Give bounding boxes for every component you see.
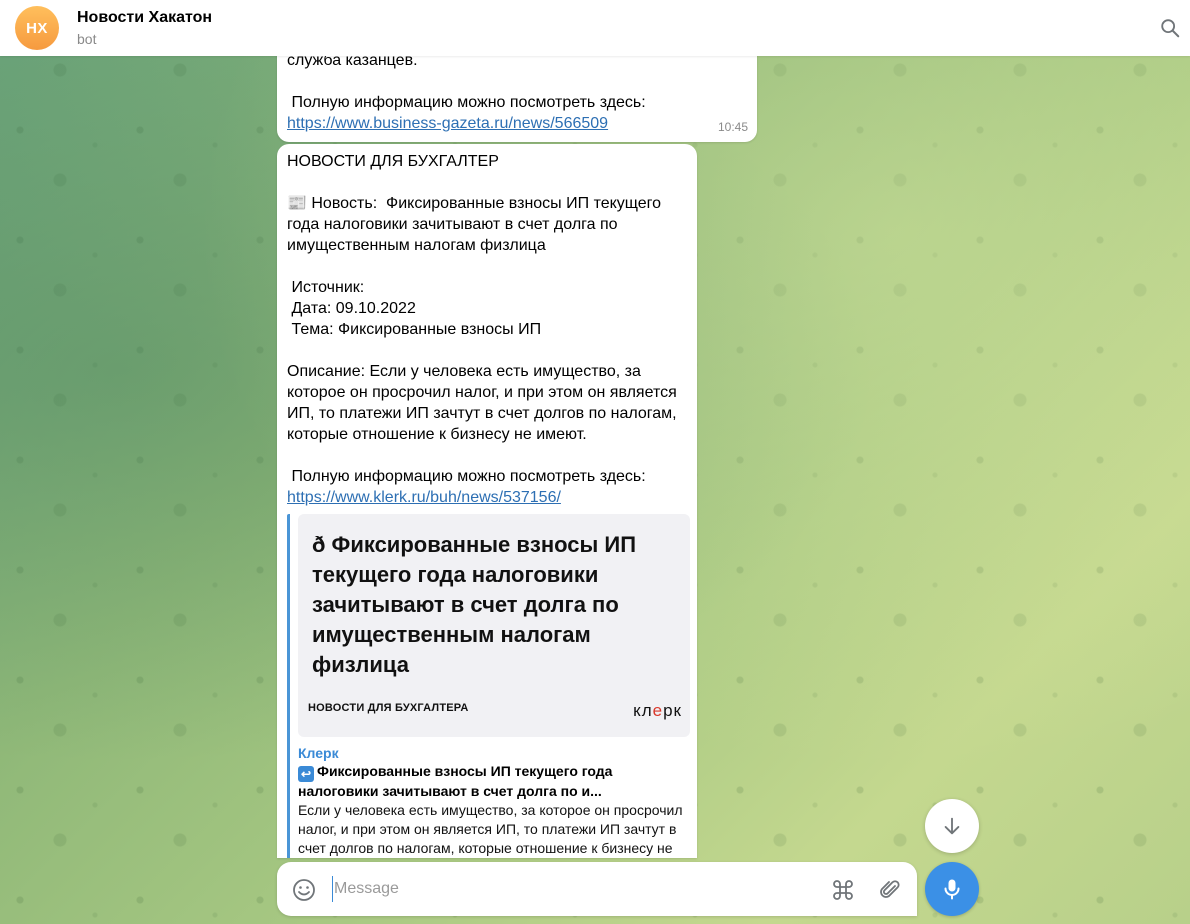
description-text: Описание: Если у человека есть имущество… <box>287 363 677 443</box>
news-line: имущественным налогам физлица <box>287 237 546 254</box>
message-time: 10:45 <box>717 120 748 134</box>
chat-header: НХ Новости Хакатон bot <box>0 0 1190 56</box>
voice-record-button[interactable] <box>925 862 979 916</box>
source-line: Источник: <box>287 279 365 296</box>
search-button[interactable] <box>1150 8 1190 48</box>
search-icon <box>1161 19 1180 38</box>
more-info-line: Полную информацию можно посмотреть здесь… <box>287 468 646 485</box>
news-line: 📰 Новость: Фиксированные взносы ИП текущ… <box>287 195 662 212</box>
preview-title: ↩ Фиксированные взносы ИП текущего года н… <box>298 762 687 800</box>
scroll-down-button[interactable] <box>925 799 979 853</box>
command-icon <box>833 880 853 900</box>
preview-image-footer: НОВОСТИ ДЛЯ БУХГАЛТЕРА <box>308 702 469 714</box>
preview-image[interactable]: ð Фиксированные взносы ИП текущего года … <box>298 514 690 737</box>
message-link[interactable]: https://www.klerk.ru/buh/news/537156/ <box>287 487 687 508</box>
link-preview[interactable]: ð Фиксированные взносы ИП текущего года … <box>287 514 690 858</box>
message-line <box>287 71 746 92</box>
klerk-logo: клeрк <box>633 700 682 721</box>
preview-title-text: Фиксированные взносы ИП текущего года на… <box>298 763 613 799</box>
chat-info[interactable]: Новости Хакатон bot <box>77 8 212 48</box>
attach-button[interactable] <box>877 877 903 903</box>
chat-status: bot <box>77 31 97 47</box>
emoji-button[interactable] <box>291 877 317 903</box>
preview-description: Если у человека есть имущество, за котор… <box>298 802 683 856</box>
news-line: года налоговики зачитывают в счет долга … <box>287 216 618 233</box>
message-bubble: НОВОСТИ ДЛЯ БУХГАЛТЕР 📰 Новость: Фиксиро… <box>277 144 697 858</box>
topic-line: Тема: Фиксированные взносы ИП <box>287 321 542 338</box>
message-link[interactable]: https://www.business-gazeta.ru/news/5665… <box>287 113 746 134</box>
logo-text-left: кл <box>633 701 653 720</box>
bot-commands-button[interactable] <box>830 877 856 903</box>
arrow-down-icon <box>944 817 960 835</box>
message-heading: НОВОСТИ ДЛЯ БУХГАЛТЕР <box>287 153 499 170</box>
repeat-icon: ↩ <box>298 766 314 782</box>
preview-site-name: Клерк <box>298 745 339 761</box>
smile-icon <box>293 879 315 901</box>
paperclip-icon <box>880 880 900 898</box>
preview-image-heading: ð Фиксированные взносы ИП текущего года … <box>312 532 637 677</box>
logo-text-accent: e <box>652 701 664 720</box>
avatar[interactable]: НХ <box>15 6 59 50</box>
microphone-icon <box>944 879 960 900</box>
message-composer <box>277 862 917 916</box>
logo-text-right: рк <box>663 701 682 720</box>
chat-title: Новости Хакатон <box>77 9 213 26</box>
date-line: Дата: 09.10.2022 <box>287 300 416 317</box>
message-line: Полную информацию можно посмотреть здесь… <box>287 94 646 111</box>
message-input[interactable] <box>332 876 802 902</box>
